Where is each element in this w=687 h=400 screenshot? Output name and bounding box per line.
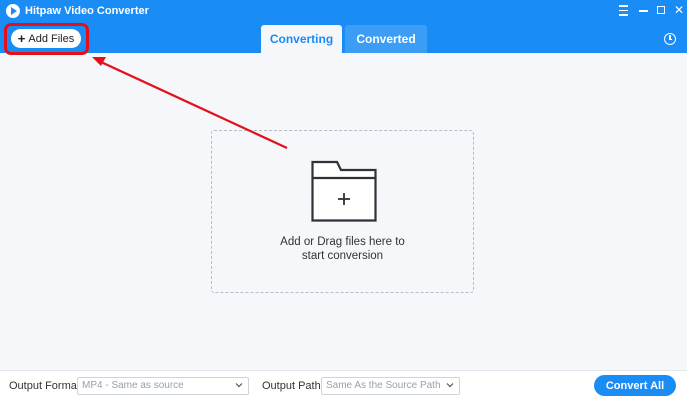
add-files-button[interactable]: + Add Files — [11, 29, 81, 48]
output-format-select[interactable]: MP4 - Same as source — [77, 377, 249, 395]
plus-icon: + — [17, 31, 26, 46]
add-files-label: Add Files — [28, 32, 75, 45]
output-format-value: MP4 - Same as source — [82, 380, 184, 391]
output-format-label: Output Format: — [9, 380, 83, 392]
convert-all-button[interactable]: Convert All — [594, 375, 676, 396]
maximize-icon[interactable] — [653, 2, 669, 18]
tab-converting[interactable]: Converting — [261, 25, 342, 53]
drop-zone[interactable]: Add or Drag files here to start conversi… — [211, 130, 474, 293]
drop-zone-text: Add or Drag files here to start conversi… — [280, 236, 405, 262]
output-path-label: Output Path: — [262, 380, 324, 392]
chevron-down-icon — [446, 383, 454, 388]
bottom-bar: Output Format: MP4 - Same as source Outp… — [0, 370, 687, 400]
output-path-select[interactable]: Same As the Source Path — [321, 377, 460, 395]
minimize-icon[interactable] — [635, 2, 651, 18]
history-icon[interactable] — [664, 33, 676, 45]
title-bar: Hitpaw Video Converter ✕ — [0, 0, 687, 53]
output-path-value: Same As the Source Path — [326, 380, 441, 391]
chevron-down-icon — [235, 383, 243, 388]
menu-icon[interactable] — [615, 2, 631, 18]
app-logo-icon — [6, 4, 20, 18]
tab-converted[interactable]: Converted — [345, 25, 427, 53]
app-title: Hitpaw Video Converter — [25, 5, 149, 17]
folder-add-icon — [311, 160, 377, 222]
close-icon[interactable]: ✕ — [671, 2, 687, 18]
